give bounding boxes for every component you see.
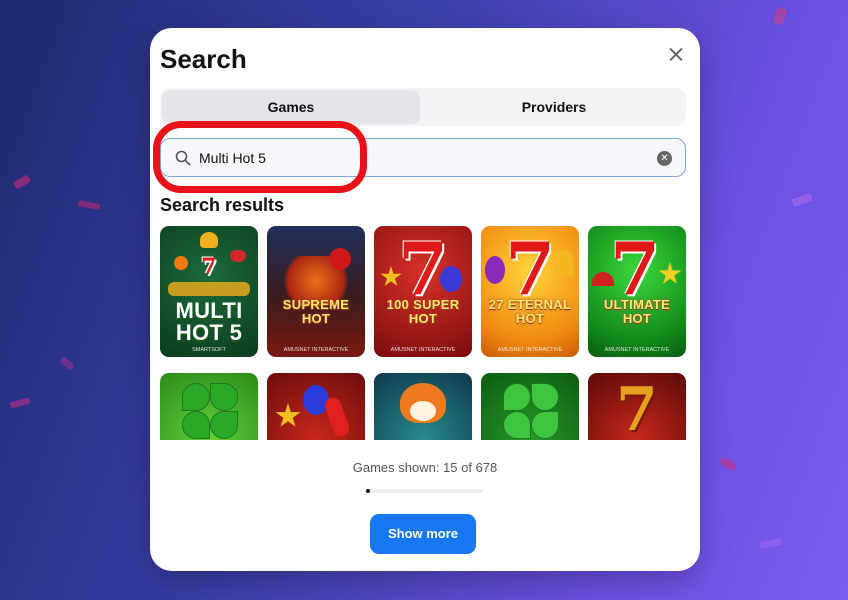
tab-providers[interactable]: Providers <box>422 88 686 126</box>
game-card[interactable] <box>374 373 472 440</box>
clear-search-icon[interactable]: ✕ <box>657 151 672 166</box>
game-card[interactable] <box>481 373 579 440</box>
background-confetti <box>719 456 737 472</box>
game-title: SUPREME HOT <box>282 297 350 326</box>
background-confetti <box>77 200 101 210</box>
tab-bar: Games Providers <box>160 88 686 126</box>
game-title: 100 SUPER HOT <box>386 297 460 326</box>
game-card-27-eternal-hot[interactable]: 7 27 ETERNAL HOT AMUSNET INTERACTIVE <box>481 226 579 357</box>
background-confetti <box>791 192 813 208</box>
game-card-ultimate-hot[interactable]: 7 ULTIMATE HOT AMUSNET INTERACTIVE <box>588 226 686 357</box>
game-provider: AMUSNET INTERACTIVE <box>390 347 456 353</box>
game-card-100-super-hot[interactable]: 7 100 SUPER HOT AMUSNET INTERACTIVE <box>374 226 472 357</box>
background-confetti <box>59 356 75 371</box>
tab-games[interactable]: Games <box>162 90 420 124</box>
search-icon <box>175 150 191 166</box>
game-card[interactable] <box>160 373 258 440</box>
games-shown-counter: Games shown: 15 of 678 <box>352 460 498 475</box>
game-provider: AMUSNET INTERACTIVE <box>604 347 670 353</box>
background-confetti <box>9 397 31 409</box>
modal-title: Search <box>160 44 247 74</box>
show-more-button[interactable]: Show more <box>370 514 476 554</box>
search-box: ✕ <box>153 121 686 193</box>
results-progress-bar <box>366 489 482 493</box>
background-confetti <box>772 6 788 26</box>
game-card[interactable] <box>267 373 365 440</box>
progress-fill <box>366 489 370 493</box>
background-confetti <box>13 174 31 190</box>
close-icon[interactable] <box>666 45 686 65</box>
game-title: MULTI HOT 5 <box>175 298 243 345</box>
game-card[interactable]: 7 <box>588 373 686 440</box>
game-title: 27 ETERNAL HOT <box>488 297 572 326</box>
game-provider: SMARTSOFT <box>192 347 226 353</box>
game-grid: 7 MULTI HOT 5 SMARTSOFT SUPREME HOT AMUS… <box>160 226 686 440</box>
results-heading: Search results <box>160 195 285 215</box>
search-input[interactable] <box>199 146 629 170</box>
game-title: ULTIMATE HOT <box>603 297 671 326</box>
game-card-multi-hot-5[interactable]: 7 MULTI HOT 5 SMARTSOFT <box>160 226 258 357</box>
search-modal: Search Games Providers ✕ Search results … <box>150 28 700 571</box>
game-provider: AMUSNET INTERACTIVE <box>283 347 349 353</box>
background-confetti <box>759 538 783 549</box>
game-card-supreme-hot[interactable]: SUPREME HOT AMUSNET INTERACTIVE <box>267 226 365 357</box>
game-provider: AMUSNET INTERACTIVE <box>497 347 563 353</box>
